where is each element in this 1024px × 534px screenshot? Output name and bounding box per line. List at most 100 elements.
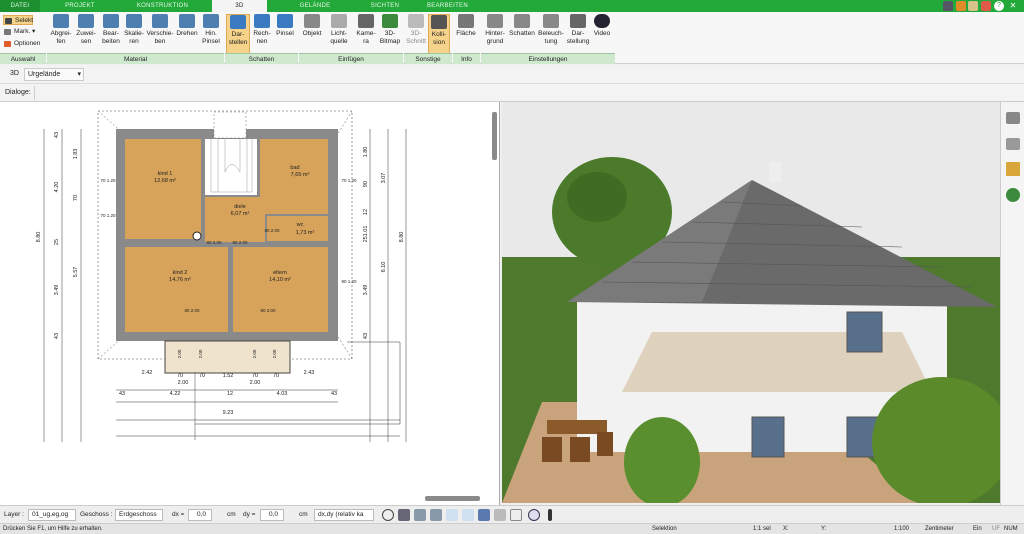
- tab-gelaende[interactable]: GELÄNDE: [280, 0, 350, 12]
- save-icon[interactable]: [956, 1, 966, 11]
- schatten-pinsel-button[interactable]: Pinsel: [274, 14, 296, 54]
- stair-marker-icon: [192, 231, 202, 241]
- room-label-eltern: eltern: [273, 270, 287, 276]
- hatch-tool-icon[interactable]: [494, 509, 506, 521]
- coord-mode-select[interactable]: dx,dy (relativ ka: [314, 509, 374, 521]
- dy-input[interactable]: 0,0: [260, 509, 284, 521]
- drehen-button[interactable]: Drehen: [175, 14, 199, 54]
- video-button[interactable]: Video: [592, 14, 612, 54]
- hin-pinsel-button[interactable]: Hin. Pinsel: [200, 14, 222, 54]
- terrain-select[interactable]: Urgelände ▾: [24, 68, 84, 81]
- floor-plan-view[interactable]: kind 1 12,68 m² bad 7,65 m² diele 6,07 m…: [0, 102, 500, 505]
- layers-icon[interactable]: [1006, 112, 1020, 124]
- 3d-bitmap-button[interactable]: 3D- Bitmap: [378, 14, 402, 54]
- hintergrund-button[interactable]: Hinter- grund: [482, 14, 508, 54]
- info-marker-icon[interactable]: [548, 509, 552, 521]
- diamond-tool-icon[interactable]: [478, 509, 490, 521]
- tab-sichten[interactable]: SICHTEN: [355, 0, 415, 12]
- clock-icon[interactable]: [382, 509, 394, 521]
- tab-3d[interactable]: 3D: [212, 0, 267, 12]
- status-num: NUM: [1004, 526, 1018, 532]
- close-icon[interactable]: ✕: [1008, 1, 1018, 11]
- room-area-bad: 7,65 m²: [291, 172, 310, 178]
- staircase[interactable]: [205, 139, 257, 195]
- skalieren-button[interactable]: Skalie- ren: [122, 14, 146, 54]
- layout-icon[interactable]: [981, 1, 991, 11]
- dim-bottom-3c: 12: [227, 391, 233, 397]
- chevron-down-icon: ▾: [77, 71, 81, 78]
- mark-button[interactable]: Mark. ▾: [3, 27, 35, 37]
- room-kind1[interactable]: [125, 139, 201, 239]
- plan-hscroll[interactable]: [425, 496, 480, 501]
- dialog-bar: Dialoge:: [0, 84, 1024, 102]
- room-label-kind1: kind 1: [158, 171, 173, 177]
- room-label-diele: diele: [234, 204, 246, 210]
- layer-select[interactable]: 01_ug,eg,og: [28, 509, 76, 521]
- dim-bottom-1b: 70: [177, 373, 183, 379]
- tree-catalog-icon[interactable]: [1006, 188, 1020, 202]
- tab-projekt[interactable]: PROJEKT: [45, 0, 115, 12]
- room-kind2[interactable]: [125, 247, 228, 332]
- dim-bottom-total: 9.23: [223, 410, 234, 416]
- dx-input[interactable]: 0,0: [188, 509, 212, 521]
- hammer-icon[interactable]: [943, 1, 953, 11]
- kollision-button[interactable]: Kolli- sion: [428, 14, 450, 54]
- zuweisen-button[interactable]: Zuwei- sen: [74, 14, 98, 54]
- chair-catalog-icon[interactable]: [1006, 138, 1020, 150]
- line-tool-icon[interactable]: [462, 509, 474, 521]
- view-mode-label: 3D: [10, 70, 19, 77]
- help-icon[interactable]: ?: [994, 1, 1004, 11]
- ribbon: Selekt Mark. ▾ Optionen Abgrei- fen Zuwe…: [0, 12, 1024, 64]
- darstellung-button[interactable]: Dar- stellung: [566, 14, 590, 54]
- rechnen-button[interactable]: Rech- nen: [251, 14, 273, 54]
- 3d-view[interactable]: [502, 102, 1000, 503]
- group-sonstige: Sonstige: [404, 53, 452, 64]
- chair-2: [570, 437, 590, 462]
- grid-icon[interactable]: [510, 509, 522, 521]
- selekt-button[interactable]: Selekt: [3, 15, 33, 25]
- clipboard-icon[interactable]: [968, 1, 978, 11]
- dim-right-inner-5: 3.49: [363, 285, 369, 296]
- chair-1: [542, 437, 562, 462]
- house-shadow-icon: [514, 14, 530, 28]
- snap-1-icon[interactable]: [414, 509, 426, 521]
- plan-vscroll[interactable]: [492, 112, 497, 160]
- objekt-button[interactable]: Objekt: [301, 14, 323, 54]
- kamera-button[interactable]: Kame- ra: [355, 14, 377, 54]
- right-sidebar: [1000, 102, 1024, 505]
- bearbeiten-button[interactable]: Bear- beiten: [99, 14, 123, 54]
- window-label-right-1: 70 1.20: [341, 178, 357, 183]
- north-icon[interactable]: [528, 509, 540, 521]
- abgreifen-button[interactable]: Abgrei- fen: [49, 14, 73, 54]
- tab-bearbeiten[interactable]: BEARBEITEN: [420, 0, 475, 12]
- 3d-schnitt-button[interactable]: 3D- Schnitt: [405, 14, 427, 54]
- monitor-tool-icon[interactable]: [398, 509, 410, 521]
- status-zoom: 1:100: [894, 526, 910, 532]
- optionen-button[interactable]: Optionen: [3, 39, 40, 49]
- tab-konstruktion[interactable]: KONSTRUKTION: [120, 0, 205, 12]
- floor-plan-svg: kind 1 12,68 m² bad 7,65 m² diele 6,07 m…: [36, 110, 407, 442]
- snap-2-icon[interactable]: [430, 509, 442, 521]
- darstellen-button[interactable]: Dar- stellen: [226, 14, 250, 54]
- verschieben-button[interactable]: Verschie- ben: [146, 14, 174, 54]
- flaeche-button[interactable]: Fläche: [455, 14, 477, 54]
- material-palette-icon[interactable]: [1006, 162, 1020, 176]
- balcony-label-3: 2.00: [252, 349, 257, 358]
- window-lower-1: [751, 416, 785, 458]
- curve-tool-icon[interactable]: [446, 509, 458, 521]
- lichtquelle-button[interactable]: Licht- quelle: [325, 14, 353, 54]
- status-x: X:: [783, 526, 789, 532]
- play-icon: [594, 14, 610, 28]
- tab-datei[interactable]: DATEI: [0, 0, 40, 12]
- geschoss-select[interactable]: Erdgeschoss: [115, 509, 163, 521]
- dim-right-inner-2: 90: [363, 181, 369, 187]
- door-label-3: 80 2.00: [264, 228, 280, 233]
- room-label-kind2: kind 2: [173, 270, 188, 276]
- dim-bottom-1a: 2.42: [142, 370, 153, 376]
- shadow-brush-icon: [277, 14, 293, 28]
- room-eltern[interactable]: [233, 247, 328, 332]
- layer-label: Layer :: [4, 511, 24, 518]
- door-label-5: 80 2.00: [232, 240, 248, 245]
- schatten-einst-button[interactable]: Schatten: [508, 14, 536, 54]
- beleuchtung-button[interactable]: Beleuch- tung: [537, 14, 565, 54]
